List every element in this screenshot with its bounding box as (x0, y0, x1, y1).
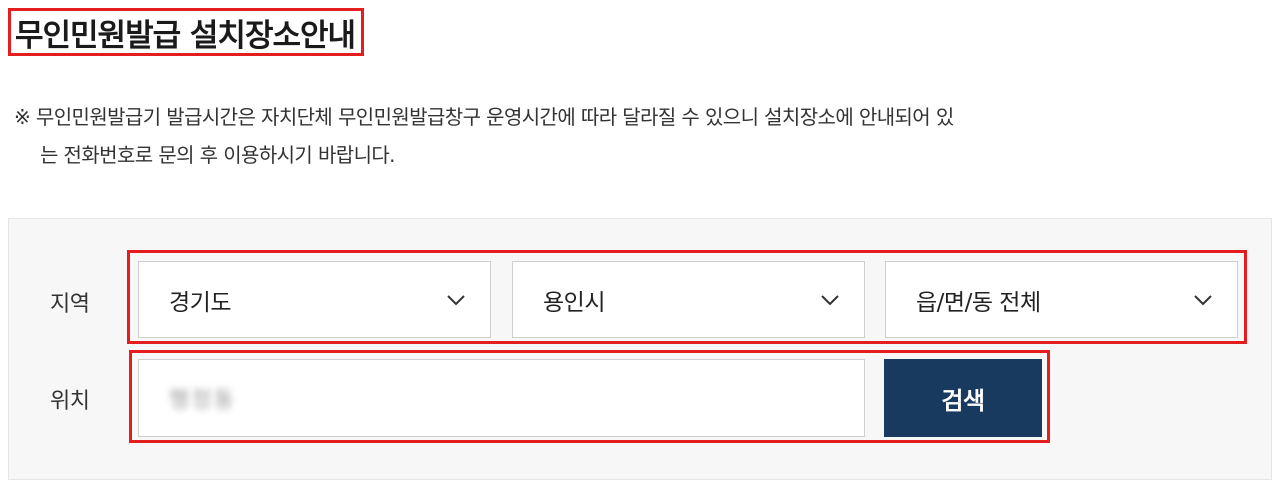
region-label: 지역 (50, 292, 90, 317)
page-title: 무인민원발급 설치장소안내 (15, 17, 356, 54)
notice-line-1: ※ 무인민원발급기 발급시간은 자치단체 무인민원발급창구 운영시간에 따라 달… (14, 105, 954, 129)
notice-line-2: 는 전화번호로 문의 후 이용하시기 바랍니다. (40, 143, 396, 167)
location-label: 위치 (50, 389, 90, 414)
page-title-box: 무인민원발급 설치장소안내 (8, 8, 365, 56)
location-highlight-box (129, 350, 1050, 443)
region-highlight-box (127, 250, 1247, 344)
notice-text: ※ 무인민원발급기 발급시간은 자치단체 무인민원발급창구 운영시간에 따라 달… (14, 98, 1134, 174)
